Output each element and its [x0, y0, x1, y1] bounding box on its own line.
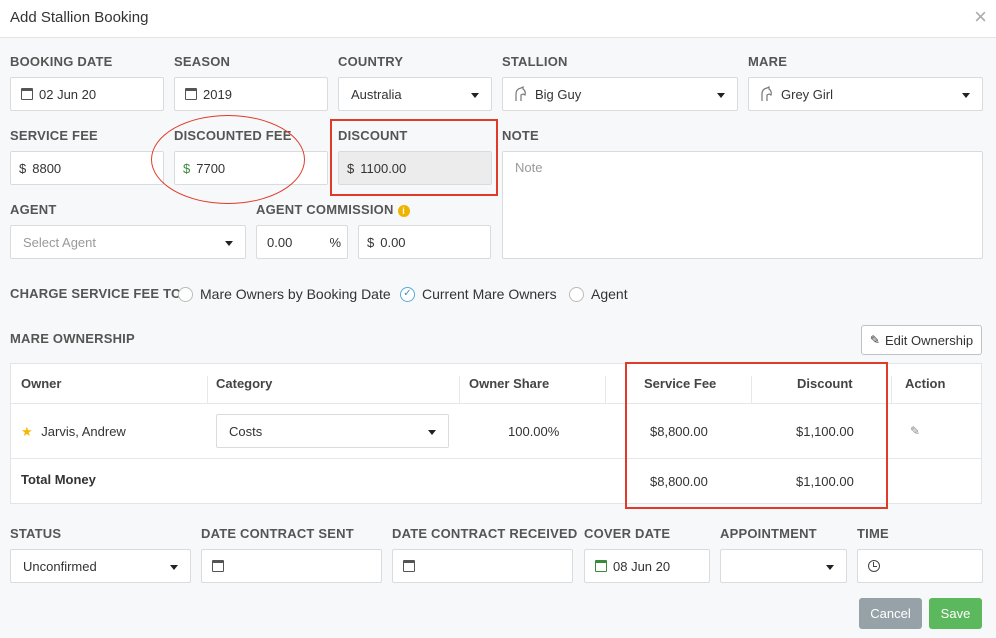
- calendar-icon: [21, 88, 33, 100]
- agent-select[interactable]: Select Agent: [10, 225, 246, 259]
- pencil-icon[interactable]: ✎: [910, 424, 920, 438]
- agent-commission-text: AGENT COMMISSION: [256, 202, 394, 217]
- mare-select[interactable]: Grey Girl: [748, 77, 983, 111]
- radio-label: Current Mare Owners: [422, 286, 557, 302]
- column-header-action: Action: [905, 376, 946, 391]
- highlight-box: [330, 119, 498, 196]
- agent-commission-label: AGENT COMMISSION i: [256, 202, 410, 217]
- highlight-box: [625, 362, 888, 509]
- radio-agent[interactable]: Agent: [569, 286, 628, 302]
- calendar-icon: [212, 560, 224, 572]
- status-label: STATUS: [10, 526, 62, 541]
- agent-commission-percent-value: 0.00: [267, 234, 293, 250]
- country-value: Australia: [351, 86, 402, 102]
- charge-service-fee-label: CHARGE SERVICE FEE TO: [10, 286, 182, 301]
- season-value: 2019: [203, 86, 232, 102]
- note-placeholder: Note: [515, 160, 543, 175]
- stallion-value: Big Guy: [535, 86, 582, 102]
- season-field[interactable]: 2019: [174, 77, 328, 111]
- booking-date-label: BOOKING DATE: [10, 54, 113, 69]
- cover-date-field[interactable]: 08 Jun 20: [584, 549, 710, 583]
- chevron-down-icon: [428, 430, 436, 435]
- service-fee-input[interactable]: $ 8800: [10, 151, 164, 185]
- cover-date-label: COVER DATE: [584, 526, 671, 541]
- percent-symbol: %: [329, 234, 341, 250]
- date-contract-sent-label: DATE CONTRACT SENT: [201, 526, 354, 541]
- radio-checked-icon[interactable]: [400, 286, 415, 302]
- chevron-down-icon: [170, 565, 178, 570]
- column-header-owner-share: Owner Share: [469, 376, 550, 391]
- calendar-icon: [403, 560, 415, 572]
- agent-commission-amount-value: 0.00: [380, 234, 406, 250]
- modal-header: Add Stallion Booking ×: [0, 0, 996, 38]
- agent-label: AGENT: [10, 202, 57, 217]
- time-field[interactable]: [857, 549, 983, 583]
- country-label: COUNTRY: [338, 54, 404, 69]
- status-select[interactable]: Unconfirmed: [10, 549, 191, 583]
- note-textarea[interactable]: Note: [502, 151, 983, 259]
- owner-share-cell: 100.00%: [508, 424, 560, 439]
- column-header-owner: Owner: [21, 376, 62, 391]
- modal-title: Add Stallion Booking: [10, 9, 149, 26]
- horse-icon: [515, 86, 526, 101]
- date-contract-sent-field[interactable]: [201, 549, 382, 583]
- note-label: NOTE: [502, 128, 539, 143]
- save-button[interactable]: Save: [929, 598, 982, 629]
- edit-ownership-button[interactable]: ✎ Edit Ownership: [861, 325, 982, 355]
- stallion-booking-modal: Add Stallion Booking × BOOKING DATE 02 J…: [0, 0, 996, 638]
- pencil-icon: ✎: [869, 333, 880, 347]
- agent-commission-amount-input[interactable]: $ 0.00: [358, 225, 491, 259]
- season-label: SEASON: [174, 54, 231, 69]
- horse-icon: [761, 86, 772, 101]
- currency-symbol: $: [367, 234, 375, 250]
- currency-symbol: $: [19, 160, 27, 176]
- star-icon: ★: [21, 424, 33, 439]
- radio-label: Agent: [591, 286, 628, 302]
- mare-value: Grey Girl: [781, 86, 833, 102]
- cover-date-value: 08 Jun 20: [613, 558, 671, 574]
- radio-mare-owners-by-booking-date[interactable]: Mare Owners by Booking Date: [178, 286, 391, 302]
- service-fee-label: SERVICE FEE: [10, 128, 98, 143]
- agent-commission-percent-input[interactable]: 0.00 %: [256, 225, 348, 259]
- service-fee-value: 8800: [32, 160, 62, 176]
- radio-icon[interactable]: [569, 286, 584, 302]
- country-select[interactable]: Australia: [338, 77, 492, 111]
- calendar-icon: [595, 560, 607, 572]
- agent-placeholder: Select Agent: [23, 234, 96, 250]
- chevron-down-icon: [717, 93, 725, 98]
- info-icon[interactable]: i: [397, 204, 410, 217]
- category-value: Costs: [229, 423, 263, 439]
- chevron-down-icon: [225, 241, 233, 246]
- time-label: TIME: [857, 526, 889, 541]
- stallion-label: STALLION: [502, 54, 568, 69]
- calendar-icon: [185, 88, 197, 100]
- stallion-select[interactable]: Big Guy: [502, 77, 738, 111]
- close-icon[interactable]: ×: [974, 6, 987, 28]
- date-contract-received-label: DATE CONTRACT RECEIVED: [392, 526, 578, 541]
- chevron-down-icon: [826, 565, 834, 570]
- mare-label: MARE: [748, 54, 788, 69]
- appointment-select[interactable]: [720, 549, 847, 583]
- booking-date-field[interactable]: 02 Jun 20: [10, 77, 164, 111]
- cancel-button[interactable]: Cancel: [859, 598, 922, 629]
- clock-icon: [868, 560, 880, 572]
- category-select[interactable]: Costs: [216, 414, 449, 448]
- status-value: Unconfirmed: [23, 558, 97, 574]
- highlight-ellipse: [151, 115, 305, 204]
- owner-name: Jarvis, Andrew: [41, 424, 126, 439]
- chevron-down-icon: [962, 93, 970, 98]
- mare-ownership-label: MARE OWNERSHIP: [10, 331, 135, 346]
- total-label: Total Money: [21, 472, 96, 487]
- booking-date-value: 02 Jun 20: [39, 86, 97, 102]
- date-contract-received-field[interactable]: [392, 549, 573, 583]
- edit-ownership-label: Edit Ownership: [884, 332, 974, 348]
- radio-current-mare-owners[interactable]: Current Mare Owners: [400, 286, 557, 302]
- chevron-down-icon: [471, 93, 479, 98]
- radio-icon[interactable]: [178, 286, 193, 302]
- owner-cell: ★ Jarvis, Andrew: [21, 424, 126, 440]
- appointment-label: APPOINTMENT: [720, 526, 817, 541]
- column-header-category: Category: [216, 376, 273, 391]
- radio-label: Mare Owners by Booking Date: [200, 286, 391, 302]
